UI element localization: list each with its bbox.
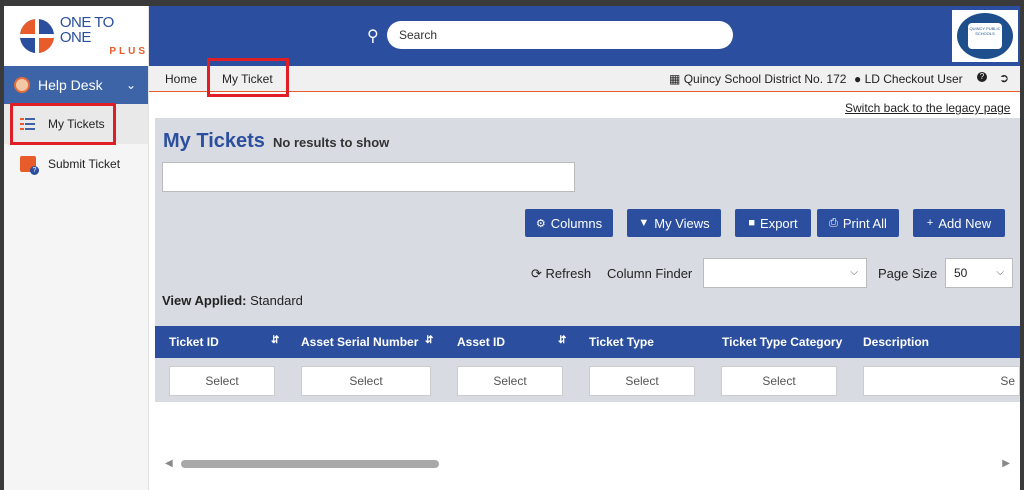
export-button[interactable]: ■ Export (735, 209, 811, 237)
my-views-button[interactable]: ▼ My Views (627, 209, 721, 237)
user-menu[interactable]: ● LD Checkout User (854, 72, 963, 86)
column-header-ticket-type[interactable]: Ticket Type (589, 335, 654, 349)
logo-line1: ONE TO ONE (59, 14, 114, 46)
view-applied: View Applied: Standard (162, 293, 303, 308)
search-placeholder: Search (399, 28, 438, 42)
plus-icon: + (926, 217, 934, 229)
quick-filter-input[interactable] (162, 162, 575, 192)
scrollbar-thumb[interactable] (181, 460, 439, 468)
printer-icon: ⎙ (829, 216, 838, 229)
filter-select-asset-serial[interactable]: Select (301, 366, 431, 396)
page-size-select[interactable]: 50 ⌵ (945, 258, 1013, 288)
sidebar: ONE TO ONE PLUS Help Desk ⌄ My Tickets S… (4, 6, 149, 490)
user-name: LD Checkout User (864, 72, 963, 86)
page-size-value: 50 (954, 266, 968, 280)
view-applied-value: Standard (250, 293, 303, 308)
sidebar-item-label: Submit Ticket (48, 157, 121, 171)
column-header-asset-id[interactable]: Asset ID (457, 335, 505, 349)
print-all-button[interactable]: ⎙ Print All (817, 209, 899, 237)
refresh-button[interactable]: ⟳ Refresh (531, 266, 591, 282)
column-header-asset-serial[interactable]: Asset Serial Number (301, 335, 418, 349)
district-selector[interactable]: ▦ Quincy School District No. 172 (669, 72, 846, 86)
sort-icon[interactable]: ⇵ (425, 335, 433, 346)
highlight-box-my-ticket-tab (207, 58, 289, 97)
filter-select-ticket-id[interactable]: Select (169, 366, 275, 396)
top-header: ⚲ Search QUINCY PUBLIC SCHOOLS (149, 6, 1020, 66)
legacy-page-link[interactable]: Switch back to the legacy page (845, 101, 1010, 115)
school-logo-text: QUINCY PUBLIC SCHOOLS (968, 23, 1002, 49)
page-size-label: Page Size (878, 266, 938, 281)
table-filter-row: Select Select Select Select Select Se (155, 358, 1020, 402)
sort-icon[interactable]: ⇵ (271, 335, 279, 346)
highlight-box-my-tickets (10, 103, 116, 145)
nav-home-link[interactable]: Home (165, 72, 197, 86)
logout-icon[interactable]: ➲ (999, 71, 1009, 85)
building-icon: ▦ (669, 72, 681, 86)
sidebar-item-submit-ticket[interactable]: Submit Ticket (4, 144, 148, 184)
scroll-right-icon[interactable]: ▶ (1002, 458, 1010, 469)
horizontal-scrollbar[interactable]: ◀ ▶ (155, 456, 1020, 470)
user-icon: ● (854, 72, 862, 86)
column-finder-label: Column Finder (607, 266, 693, 281)
column-header-description[interactable]: Description (863, 335, 929, 349)
search-input[interactable]: Search (387, 21, 733, 49)
filter-select-ticket-type[interactable]: Select (589, 366, 695, 396)
sidebar-section-help-desk[interactable]: Help Desk ⌄ (4, 66, 148, 104)
results-status: No results to show (273, 135, 390, 150)
view-applied-label: View Applied: (162, 293, 247, 308)
logo-mark-icon (20, 19, 54, 53)
filter-select-asset-id[interactable]: Select (457, 366, 563, 396)
help-icon[interactable]: ? (977, 72, 987, 82)
district-name: Quincy School District No. 172 (683, 72, 847, 86)
chevron-down-icon: ⌵ (850, 267, 858, 278)
school-logo: QUINCY PUBLIC SCHOOLS (952, 10, 1018, 62)
filter-icon: ▼ (638, 217, 650, 229)
agent-headset-icon (14, 77, 30, 93)
ticket-help-icon (20, 156, 39, 175)
sidebar-section-label: Help Desk (38, 77, 103, 93)
column-finder-select[interactable]: ⌵ (703, 258, 867, 288)
tickets-panel: My Tickets No results to show ⚙ Columns … (155, 118, 1020, 470)
page-title: My Tickets (163, 130, 265, 152)
add-new-button[interactable]: + Add New (913, 209, 1005, 237)
gear-icon: ⚙ (535, 217, 546, 230)
chevron-down-icon: ⌄ (125, 78, 136, 92)
app-logo[interactable]: ONE TO ONE PLUS (4, 6, 148, 66)
columns-button[interactable]: ⚙ Columns (525, 209, 613, 237)
school-logo-mark-icon: QUINCY PUBLIC SCHOOLS (957, 13, 1013, 59)
filter-select-description[interactable]: Se (863, 366, 1020, 396)
app-window: ONE TO ONE PLUS Help Desk ⌄ My Tickets S… (4, 6, 1020, 490)
column-header-ticket-type-category[interactable]: Ticket Type Category (722, 335, 842, 349)
search-icon[interactable]: ⚲ (367, 26, 379, 46)
refresh-icon: ⟳ (531, 266, 542, 281)
table-header: Ticket ID ⇵ Asset Serial Number ⇵ Asset … (155, 326, 1020, 358)
sort-icon[interactable]: ⇵ (558, 335, 566, 346)
file-icon: ■ (748, 217, 756, 229)
logo-line2: PLUS (109, 46, 148, 57)
scroll-left-icon[interactable]: ◀ (165, 458, 173, 469)
chevron-down-icon: ⌵ (996, 267, 1004, 278)
filter-select-ticket-type-category[interactable]: Select (721, 366, 837, 396)
column-header-ticket-id[interactable]: Ticket ID (169, 335, 219, 349)
